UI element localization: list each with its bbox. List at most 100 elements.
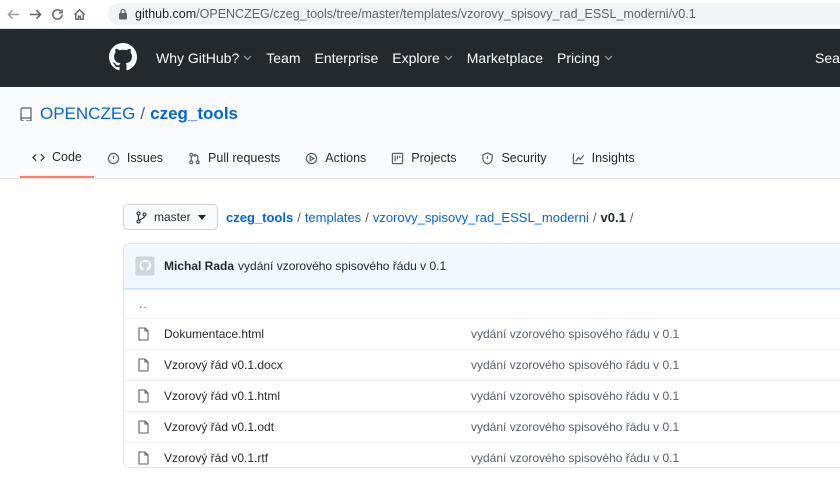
- reload-icon: [51, 8, 63, 20]
- tab-label: Pull requests: [208, 151, 281, 165]
- nav-label: Why GitHub?: [156, 50, 240, 66]
- file-icon: [138, 451, 149, 465]
- shield-icon: [482, 151, 494, 165]
- repo-icon: [20, 107, 32, 121]
- breadcrumb-templates-link[interactable]: templates: [305, 210, 361, 225]
- primary-nav: Why GitHub? Team Enterprise Explore Mark…: [156, 29, 627, 87]
- tab-label: Projects: [411, 151, 457, 165]
- browser-toolbar: github.com/OPENCZEG/czeg_tools/tree/mast…: [0, 0, 840, 29]
- search-placeholder: Sear: [815, 50, 840, 66]
- nav-pricing[interactable]: Pricing: [557, 50, 613, 66]
- file-icon: [138, 389, 149, 403]
- parent-directory-row[interactable]: ..: [124, 289, 840, 318]
- chevron-down-icon: [604, 55, 613, 61]
- nav-label: Marketplace: [466, 50, 544, 66]
- table-row: Vzorový řád v0.1.docx vydání vzorového s…: [124, 349, 840, 380]
- home-button[interactable]: [68, 0, 90, 28]
- file-commit-message-link[interactable]: vydání vzorového spisového řádu v 0.1: [471, 327, 679, 341]
- url-text: github.com/OPENCZEG/czeg_tools/tree/mast…: [135, 7, 696, 21]
- branch-select-button[interactable]: master: [123, 204, 218, 230]
- arrow-right-icon: [29, 9, 42, 19]
- breadcrumb-separator: /: [629, 210, 634, 225]
- forward-button[interactable]: [24, 0, 46, 28]
- breadcrumb-separator: /: [297, 210, 301, 225]
- nav-marketplace[interactable]: Marketplace: [467, 50, 543, 66]
- tab-label: Insights: [591, 151, 635, 165]
- nav-explore[interactable]: Explore: [392, 50, 453, 66]
- nav-label: Explore: [392, 50, 440, 66]
- branch-label: master: [154, 210, 191, 224]
- breadcrumb-folder-link[interactable]: vzorovy_spisovy_rad_ESSL_moderni: [373, 210, 589, 225]
- file-commit-message-link[interactable]: vydání vzorového spisového řádu v 0.1: [471, 389, 679, 403]
- chevron-down-icon: [444, 55, 453, 61]
- nav-enterprise[interactable]: Enterprise: [314, 50, 378, 66]
- tab-security[interactable]: Security: [469, 138, 558, 178]
- latest-commit-bar: Michal Rada vydání vzorového spisového ř…: [124, 244, 840, 289]
- tab-label: Actions: [325, 151, 367, 165]
- breadcrumb-separator: /: [365, 210, 369, 225]
- home-icon: [73, 8, 85, 20]
- file-icon: [138, 420, 149, 434]
- commit-author-link[interactable]: Michal Rada: [164, 259, 234, 273]
- back-button[interactable]: [2, 0, 24, 28]
- tab-insights[interactable]: Insights: [560, 138, 647, 178]
- project-icon: [392, 152, 404, 164]
- avatar-icon: [136, 257, 154, 275]
- table-row: Vzorový řád v0.1.odt vydání vzorového sp…: [124, 411, 840, 442]
- reload-button[interactable]: [46, 0, 68, 28]
- github-logo-icon[interactable]: [109, 43, 137, 71]
- tab-pull-requests[interactable]: Pull requests: [176, 138, 292, 178]
- repo-separator: /: [140, 104, 146, 123]
- file-commit-message-link[interactable]: vydání vzorového spisového řádu v 0.1: [471, 451, 679, 465]
- file-name-link[interactable]: Vzorový řád v0.1.rtf: [164, 451, 471, 465]
- commit-message-link[interactable]: vydání vzorového spisového řádu v 0.1: [238, 259, 446, 273]
- tab-issues[interactable]: Issues: [95, 138, 175, 178]
- avatar[interactable]: [135, 256, 155, 276]
- breadcrumb-current: v0.1: [600, 210, 626, 225]
- file-name-link[interactable]: Vzorový řád v0.1.odt: [164, 420, 471, 434]
- table-row: Vzorový řád v0.1.html vydání vzorového s…: [124, 380, 840, 411]
- breadcrumb-separator: /: [592, 210, 597, 225]
- file-commit-message-link[interactable]: vydání vzorového spisového řádu v 0.1: [471, 420, 679, 434]
- parent-directory-link[interactable]: ..: [139, 297, 148, 311]
- file-list: Michal Rada vydání vzorového spisového ř…: [123, 243, 840, 468]
- file-icon: [138, 358, 149, 372]
- file-commit-message-link[interactable]: vydání vzorového spisového řádu v 0.1: [471, 358, 679, 372]
- pull-request-icon: [189, 152, 200, 164]
- graph-icon: [572, 152, 584, 164]
- table-row: Vzorový řád v0.1.rtf vydání vzorového sp…: [124, 442, 840, 467]
- file-name-link[interactable]: Vzorový řád v0.1.docx: [164, 358, 471, 372]
- chevron-down-icon: [197, 214, 206, 220]
- repo-title: OPENCZEG / czeg_tools: [20, 104, 238, 124]
- breadcrumb-root-link[interactable]: czeg_tools: [226, 210, 293, 225]
- chevron-down-icon: [243, 55, 252, 61]
- repo-header: OPENCZEG / czeg_tools Code Issues Pull r…: [0, 87, 840, 179]
- nav-label: Pricing: [557, 50, 600, 66]
- tab-code[interactable]: Code: [20, 138, 94, 178]
- tab-label: Security: [501, 151, 547, 165]
- code-icon: [32, 153, 45, 161]
- breadcrumb: czeg_tools / templates / vzorovy_spisovy_rad…: [226, 210, 637, 225]
- table-row: Dokumentace.html vydání vzorového spisov…: [124, 318, 840, 349]
- branch-icon: [136, 210, 147, 224]
- issue-icon: [107, 152, 120, 164]
- nav-why-github[interactable]: Why GitHub?: [156, 50, 252, 66]
- repo-name-link[interactable]: czeg_tools: [150, 104, 238, 124]
- file-icon: [138, 327, 149, 341]
- search-input[interactable]: Sear: [815, 29, 840, 87]
- file-name-link[interactable]: Vzorový řád v0.1.html: [164, 389, 471, 403]
- address-bar[interactable]: github.com/OPENCZEG/czeg_tools/tree/mast…: [108, 3, 840, 25]
- github-header: Why GitHub? Team Enterprise Explore Mark…: [0, 29, 840, 87]
- tab-label: Issues: [126, 151, 164, 165]
- repo-owner-link[interactable]: OPENCZEG: [40, 104, 135, 124]
- tab-actions[interactable]: Actions: [293, 138, 378, 178]
- tab-projects[interactable]: Projects: [379, 138, 468, 178]
- repo-tabs: Code Issues Pull requests Actions Projec…: [20, 138, 648, 178]
- tab-label: Code: [52, 150, 82, 164]
- play-icon: [306, 152, 318, 164]
- arrow-left-icon: [6, 9, 19, 19]
- lock-icon: [119, 8, 127, 20]
- nav-team[interactable]: Team: [266, 50, 300, 66]
- file-name-link[interactable]: Dokumentace.html: [164, 327, 471, 341]
- nav-label: Team: [266, 50, 301, 66]
